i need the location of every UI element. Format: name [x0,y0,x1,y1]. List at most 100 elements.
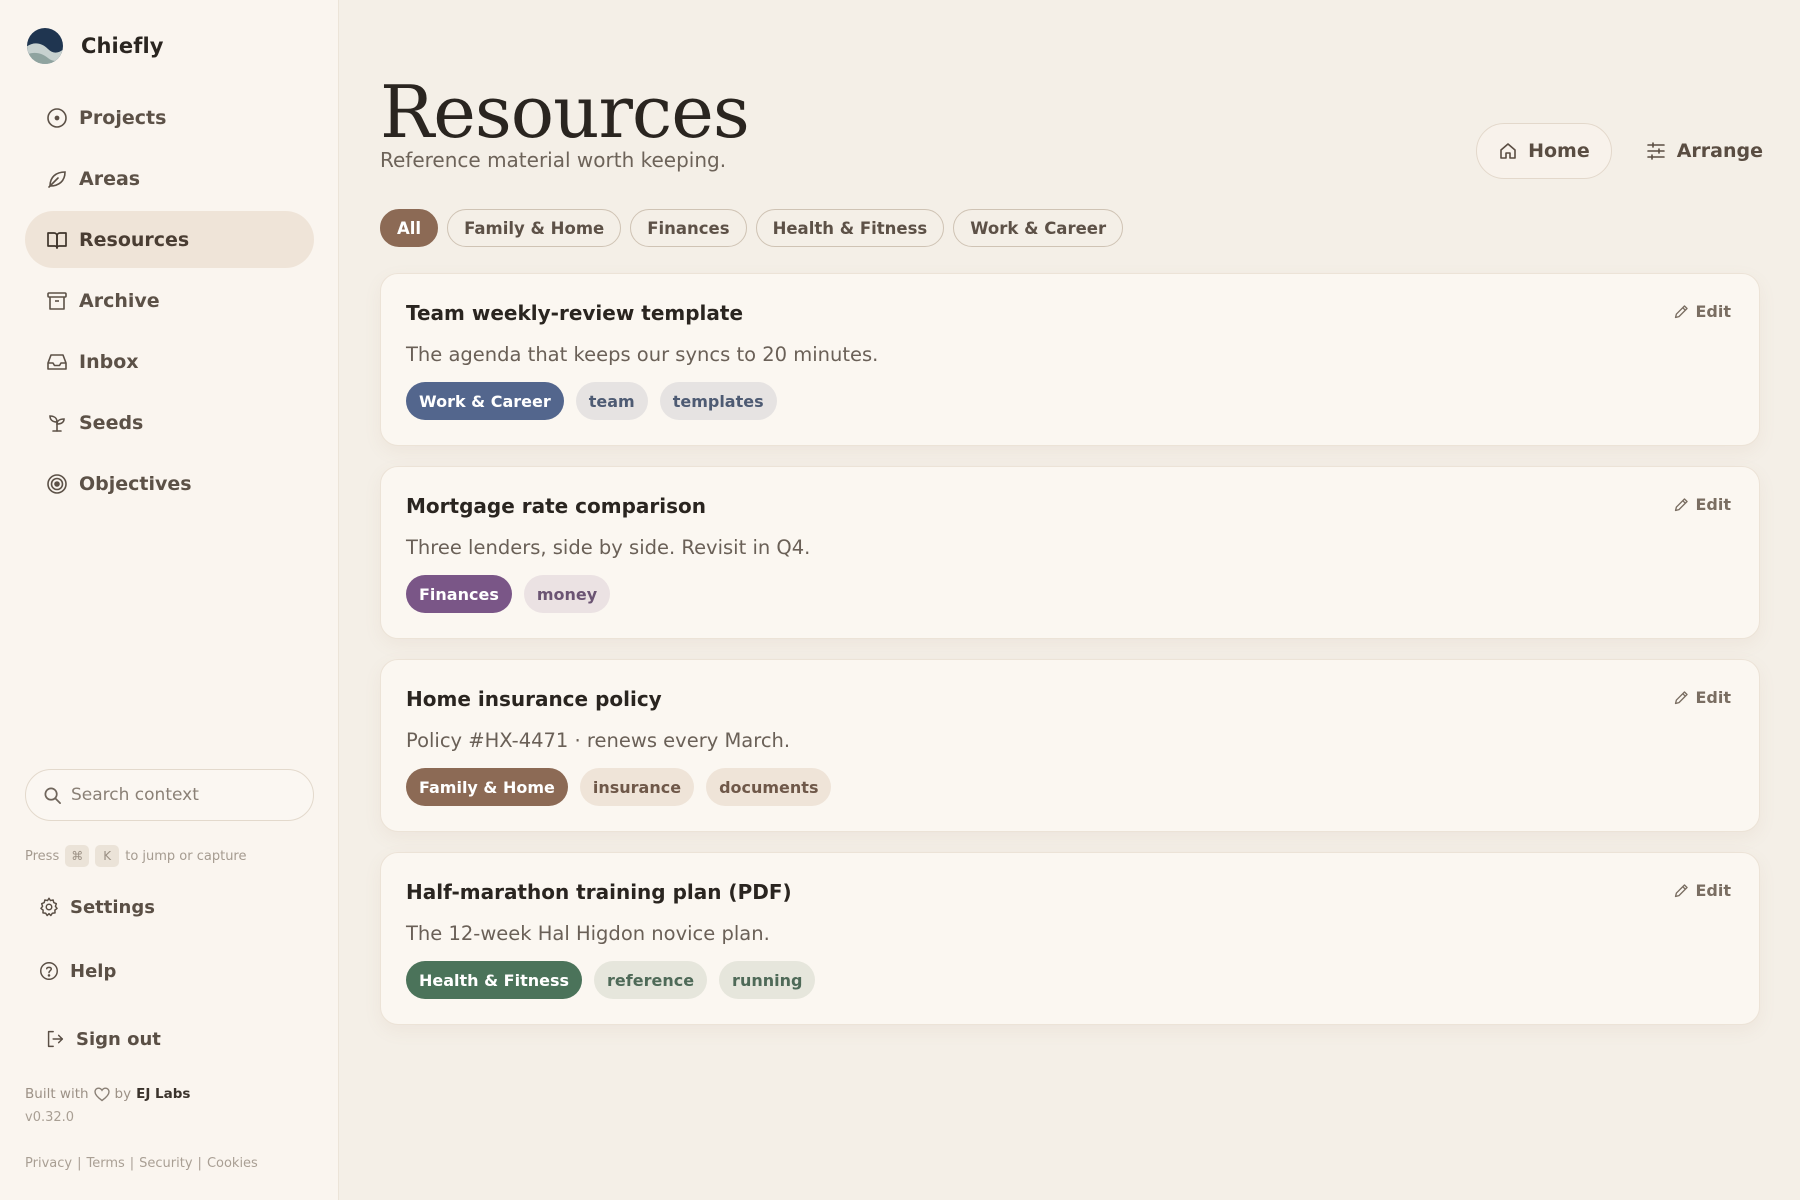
kbd-command: ⌘ [65,845,90,867]
sidebar-item-label: Inbox [79,350,139,373]
sidebar-item-label: Resources [79,228,190,251]
legal-separator: | [129,1156,135,1171]
chiefly-logo-icon [27,28,63,64]
house-icon [1498,141,1518,161]
category-tag[interactable]: Health & Fitness [406,961,583,999]
built-with: Built with by EJ Labs [25,1086,190,1102]
leaf-icon [45,167,69,191]
terms-link[interactable]: Terms [86,1156,124,1171]
pencil-icon [1673,496,1690,513]
hint-press: Press [25,848,60,864]
shortcut-hint: Press ⌘ K to jump or capture [25,845,247,867]
settings-link[interactable]: Settings [25,896,155,918]
resource-list: Team weekly-review template Edit The agend… [380,273,1760,1045]
resource-card[interactable]: Mortgage rate comparison Edit Three lender… [380,466,1760,639]
inbox-tray-icon [45,350,69,374]
tag-list: Family & Home insurance documents [406,768,832,806]
target-icon [45,472,69,496]
resource-card[interactable]: Half-marathon training plan (PDF) Edit The… [380,852,1760,1025]
search-input[interactable] [71,785,291,805]
settings-label: Settings [70,896,155,918]
home-button[interactable]: Home [1476,123,1612,179]
filter-chip-family-home[interactable]: Family & Home [447,209,622,247]
tag[interactable]: templates [659,382,777,420]
edit-button[interactable]: Edit [1673,302,1731,321]
sign-out-label: Sign out [76,1028,161,1050]
arrange-button[interactable]: Arrange [1624,123,1785,179]
home-label: Home [1528,140,1590,162]
cookies-link[interactable]: Cookies [207,1156,258,1171]
page-title: Resources [380,70,750,154]
legal-separator: | [77,1156,82,1171]
sidebar-item-inbox[interactable]: Inbox [25,333,314,390]
sprout-icon [45,411,69,435]
filter-chip-all[interactable]: All [380,209,439,247]
tag-list: Finances money [406,575,611,613]
tag[interactable]: insurance [579,768,695,806]
app-name: Chiefly [81,33,164,58]
filter-chip-work-career[interactable]: Work & Career [953,209,1124,247]
tag[interactable]: team [575,382,648,420]
privacy-link[interactable]: Privacy [25,1156,72,1171]
tag-list: Health & Fitness reference running [406,961,816,999]
company-name: EJ Labs [136,1086,191,1102]
tag-list: Work & Career team templates [406,382,777,420]
pencil-icon [1673,689,1690,706]
sign-out-icon [44,1028,66,1050]
brand[interactable]: Chiefly [26,25,164,66]
hint-rest: to jump or capture [125,848,247,864]
sidebar-item-areas[interactable]: Areas [25,150,314,207]
heart-icon [93,1086,110,1102]
sidebar-item-label: Archive [79,289,160,312]
search-field[interactable] [25,769,314,821]
built-by: by [114,1086,132,1102]
edit-label: Edit [1695,688,1731,707]
kbd-k: K [95,845,120,867]
security-link[interactable]: Security [139,1156,192,1171]
help-circle-icon [38,960,60,982]
resource-description: The 12-week Hal Higdon novice plan. [406,922,770,945]
sign-out-link[interactable]: Sign out [25,1028,161,1050]
edit-label: Edit [1695,881,1731,900]
book-open-icon [45,228,69,252]
main-content: Resources Reference material worth keepi… [340,0,1800,1200]
circle-dot-icon [45,106,69,130]
sidebar-item-projects[interactable]: Projects [25,89,314,146]
resource-card[interactable]: Team weekly-review template Edit The agend… [380,273,1760,446]
category-tag[interactable]: Finances [406,575,512,613]
resource-description: Three lenders, side by side. Revisit in … [406,536,811,559]
tag[interactable]: reference [594,961,708,999]
category-tag[interactable]: Work & Career [406,382,564,420]
built-prefix: Built with [25,1086,89,1102]
filter-chip-finances[interactable]: Finances [630,209,747,247]
filter-chip-health-fitness[interactable]: Health & Fitness [755,209,945,247]
edit-button[interactable]: Edit [1673,688,1731,707]
sidebar-item-label: Objectives [79,472,192,495]
resource-description: The agenda that keeps our syncs to 20 mi… [406,343,879,366]
pencil-icon [1673,882,1690,899]
sidebar-item-seeds[interactable]: Seeds [25,394,314,451]
resource-card[interactable]: Home insurance policy Edit Policy #HX-4471… [380,659,1760,832]
edit-button[interactable]: Edit [1673,881,1731,900]
tag[interactable]: documents [706,768,832,806]
legal-links: Privacy | Terms | Security | Cookies [25,1156,258,1171]
sidebar-item-archive[interactable]: Archive [25,272,314,329]
resource-title[interactable]: Team weekly-review template [406,301,743,325]
sidebar-item-label: Seeds [79,411,144,434]
resource-title[interactable]: Half-marathon training plan (PDF) [406,880,792,904]
app-version: v0.32.0 [25,1110,75,1125]
resource-title[interactable]: Mortgage rate comparison [406,494,706,518]
tag[interactable]: running [719,961,816,999]
category-tag[interactable]: Family & Home [406,768,568,806]
sidebar-item-label: Areas [79,167,141,190]
help-link[interactable]: Help [25,960,116,982]
search-icon [43,786,62,805]
tag[interactable]: money [523,575,611,613]
sidebar-item-resources[interactable]: Resources [25,211,314,268]
header-actions: Home Arrange [1476,123,1785,179]
edit-button[interactable]: Edit [1673,495,1731,514]
arrange-label: Arrange [1676,140,1763,162]
sidebar-item-objectives[interactable]: Objectives [25,455,314,512]
sliders-icon [1646,141,1666,161]
resource-title[interactable]: Home insurance policy [406,687,662,711]
